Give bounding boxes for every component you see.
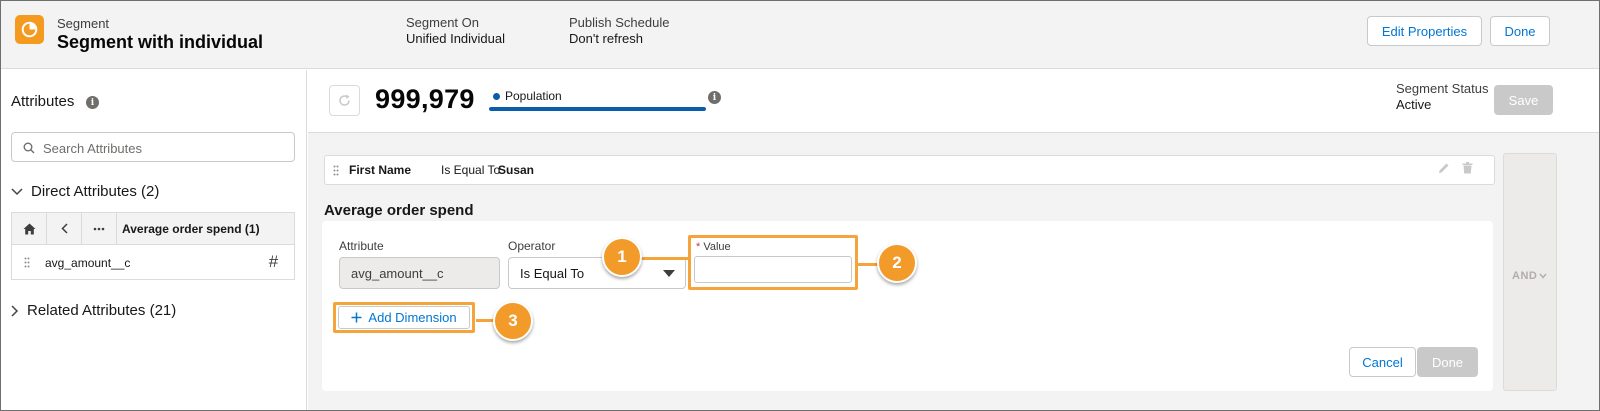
attribute-list-item[interactable]: avg_amount__c # [12, 245, 294, 279]
chevron-right-icon [11, 304, 19, 317]
value-field-highlight: * Value [688, 235, 858, 290]
publish-schedule-field: Publish Schedule Don't refresh [569, 15, 669, 47]
operator-selected-value: Is Equal To [520, 266, 585, 281]
and-text: AND [1512, 270, 1538, 282]
done-button[interactable]: Done [1417, 347, 1478, 377]
filter-operator: Is Equal To [441, 163, 501, 177]
edit-pencil-icon[interactable] [1438, 162, 1450, 174]
population-progress [489, 107, 706, 111]
segment-on-label: Segment On [406, 15, 479, 30]
population-progress-fill [489, 107, 706, 111]
object-type-label: Segment [57, 16, 110, 31]
segment-app-icon [15, 15, 44, 44]
add-dimension-highlight: Add Dimension [333, 302, 475, 333]
back-chevron-icon[interactable] [47, 213, 82, 244]
population-bar: 999,979 Population i Segment Status Acti… [308, 70, 1599, 133]
callout-connector [638, 257, 688, 260]
save-button[interactable]: Save [1494, 85, 1553, 115]
home-icon[interactable] [12, 213, 47, 244]
more-icon[interactable] [82, 213, 117, 244]
search-icon [23, 142, 35, 154]
info-icon[interactable]: i [86, 96, 99, 109]
attributes-title: Attributes [11, 93, 75, 110]
group-title: Average order spend [324, 202, 474, 219]
header-done-button[interactable]: Done [1490, 16, 1550, 46]
callout-badge-2: 2 [877, 243, 917, 283]
app-frame: Segment Segment with individual Segment … [0, 0, 1600, 411]
segment-status-label: Segment Status [1396, 81, 1489, 96]
filter-row[interactable]: First Name Is Equal To Susan [324, 155, 1495, 185]
population-label: Population [493, 89, 562, 103]
edit-properties-button[interactable]: Edit Properties [1367, 16, 1482, 46]
required-mark: * [696, 241, 701, 253]
plus-icon [351, 312, 362, 323]
publish-schedule-label: Publish Schedule [569, 15, 670, 30]
add-dimension-label: Add Dimension [368, 310, 457, 325]
direct-attributes-label: Direct Attributes (2) [31, 183, 160, 200]
breadcrumb: Average order spend (1) [122, 222, 260, 236]
value-label-text: Value [703, 241, 731, 253]
attributes-panel: Attributes i Search Attributes Direct At… [1, 70, 307, 410]
callout-badge-3: 3 [493, 301, 533, 341]
refresh-button[interactable] [329, 85, 360, 116]
chevron-down-icon [11, 187, 23, 195]
search-attributes-input[interactable]: Search Attributes [11, 132, 295, 162]
related-attributes-label: Related Attributes (21) [27, 302, 177, 319]
cancel-button[interactable]: Cancel [1349, 347, 1416, 377]
attribute-browser: Average order spend (1) avg_amount__c # [11, 212, 295, 280]
segment-status: Segment Status Active [1396, 81, 1489, 113]
attribute-name: avg_amount__c [45, 256, 131, 270]
attribute-field-label: Attribute [339, 239, 384, 253]
filter-field: First Name [349, 163, 412, 177]
drag-handle-icon[interactable] [24, 257, 30, 268]
page-title: Segment with individual [57, 32, 264, 52]
segment-canvas: 999,979 Population i Segment Status Acti… [308, 70, 1599, 410]
drag-handle-icon[interactable] [333, 165, 339, 176]
publish-schedule-value: Don't refresh [569, 31, 644, 46]
segment-on-field: Segment On Unified Individual [406, 15, 505, 47]
direct-attributes-toggle[interactable]: Direct Attributes (2) [11, 183, 159, 200]
page-header: Segment Segment with individual Segment … [1, 1, 1599, 69]
attribute-readonly-field: avg_amount__c [339, 257, 500, 289]
segment-on-value: Unified Individual [406, 31, 506, 46]
chevron-down-icon [1539, 273, 1547, 279]
dropdown-caret-icon [663, 270, 675, 277]
refresh-icon [339, 94, 350, 106]
segment-status-value: Active [1396, 97, 1432, 112]
value-field-label: * Value [696, 241, 731, 253]
value-input[interactable] [694, 256, 852, 283]
operator-select[interactable]: Is Equal To [508, 257, 686, 289]
related-attributes-toggle[interactable]: Related Attributes (21) [11, 302, 176, 319]
number-type-icon: # [268, 252, 278, 271]
logic-operator-column[interactable]: AND [1503, 153, 1557, 391]
filter-value: Susan [498, 163, 535, 177]
attribute-nav-bar: Average order spend (1) [12, 213, 294, 245]
search-placeholder: Search Attributes [43, 141, 142, 156]
population-dot [493, 92, 500, 100]
population-count: 999,979 [375, 84, 475, 114]
population-info-icon[interactable]: i [708, 91, 721, 104]
population-text: Population [505, 89, 562, 103]
add-dimension-button[interactable]: Add Dimension [338, 306, 470, 329]
operator-field-label: Operator [508, 239, 556, 253]
and-operator-label: AND [1512, 270, 1547, 282]
delete-trash-icon[interactable] [1462, 162, 1473, 174]
callout-badge-1: 1 [602, 237, 642, 277]
